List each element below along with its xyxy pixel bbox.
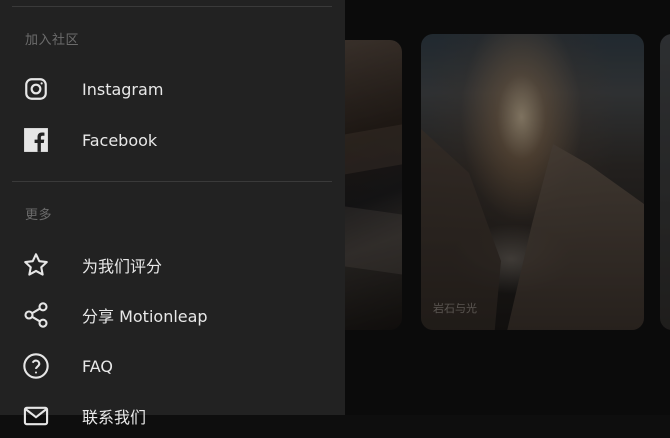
menu-item-label: 联系我们: [82, 408, 147, 427]
facebook-icon: [22, 126, 50, 154]
menu-item-label: Instagram: [82, 79, 164, 99]
menu-item-share[interactable]: 分享 Motionleap: [0, 293, 345, 337]
top-divider: [12, 6, 332, 7]
menu-item-instagram[interactable]: Instagram: [0, 67, 345, 111]
template-card-right[interactable]: [660, 34, 670, 330]
menu-item-contact-us[interactable]: 联系我们: [0, 394, 345, 438]
menu-item-label: 分享 Motionleap: [82, 307, 208, 326]
section-title-more: 更多: [25, 208, 53, 223]
side-drawer: 加入社区 Instagram Facebook 更多 为我们评分 分享 Moti…: [0, 0, 345, 427]
instagram-icon: [22, 75, 50, 103]
section-title-community: 加入社区: [25, 33, 80, 48]
menu-item-label: Facebook: [82, 130, 158, 150]
menu-item-label: FAQ: [82, 356, 113, 376]
mail-icon: [22, 402, 50, 430]
template-card-main[interactable]: 岩石与光: [421, 34, 644, 330]
star-icon: [22, 251, 50, 279]
menu-item-faq[interactable]: FAQ: [0, 344, 345, 388]
share-icon: [22, 301, 50, 329]
menu-item-label: 为我们评分: [82, 257, 163, 276]
card-caption: 岩石与光: [433, 302, 477, 315]
help-circle-icon: [22, 352, 50, 380]
menu-item-facebook[interactable]: Facebook: [0, 118, 345, 162]
section-divider: [12, 181, 332, 182]
menu-item-rate-us[interactable]: 为我们评分: [0, 243, 345, 287]
